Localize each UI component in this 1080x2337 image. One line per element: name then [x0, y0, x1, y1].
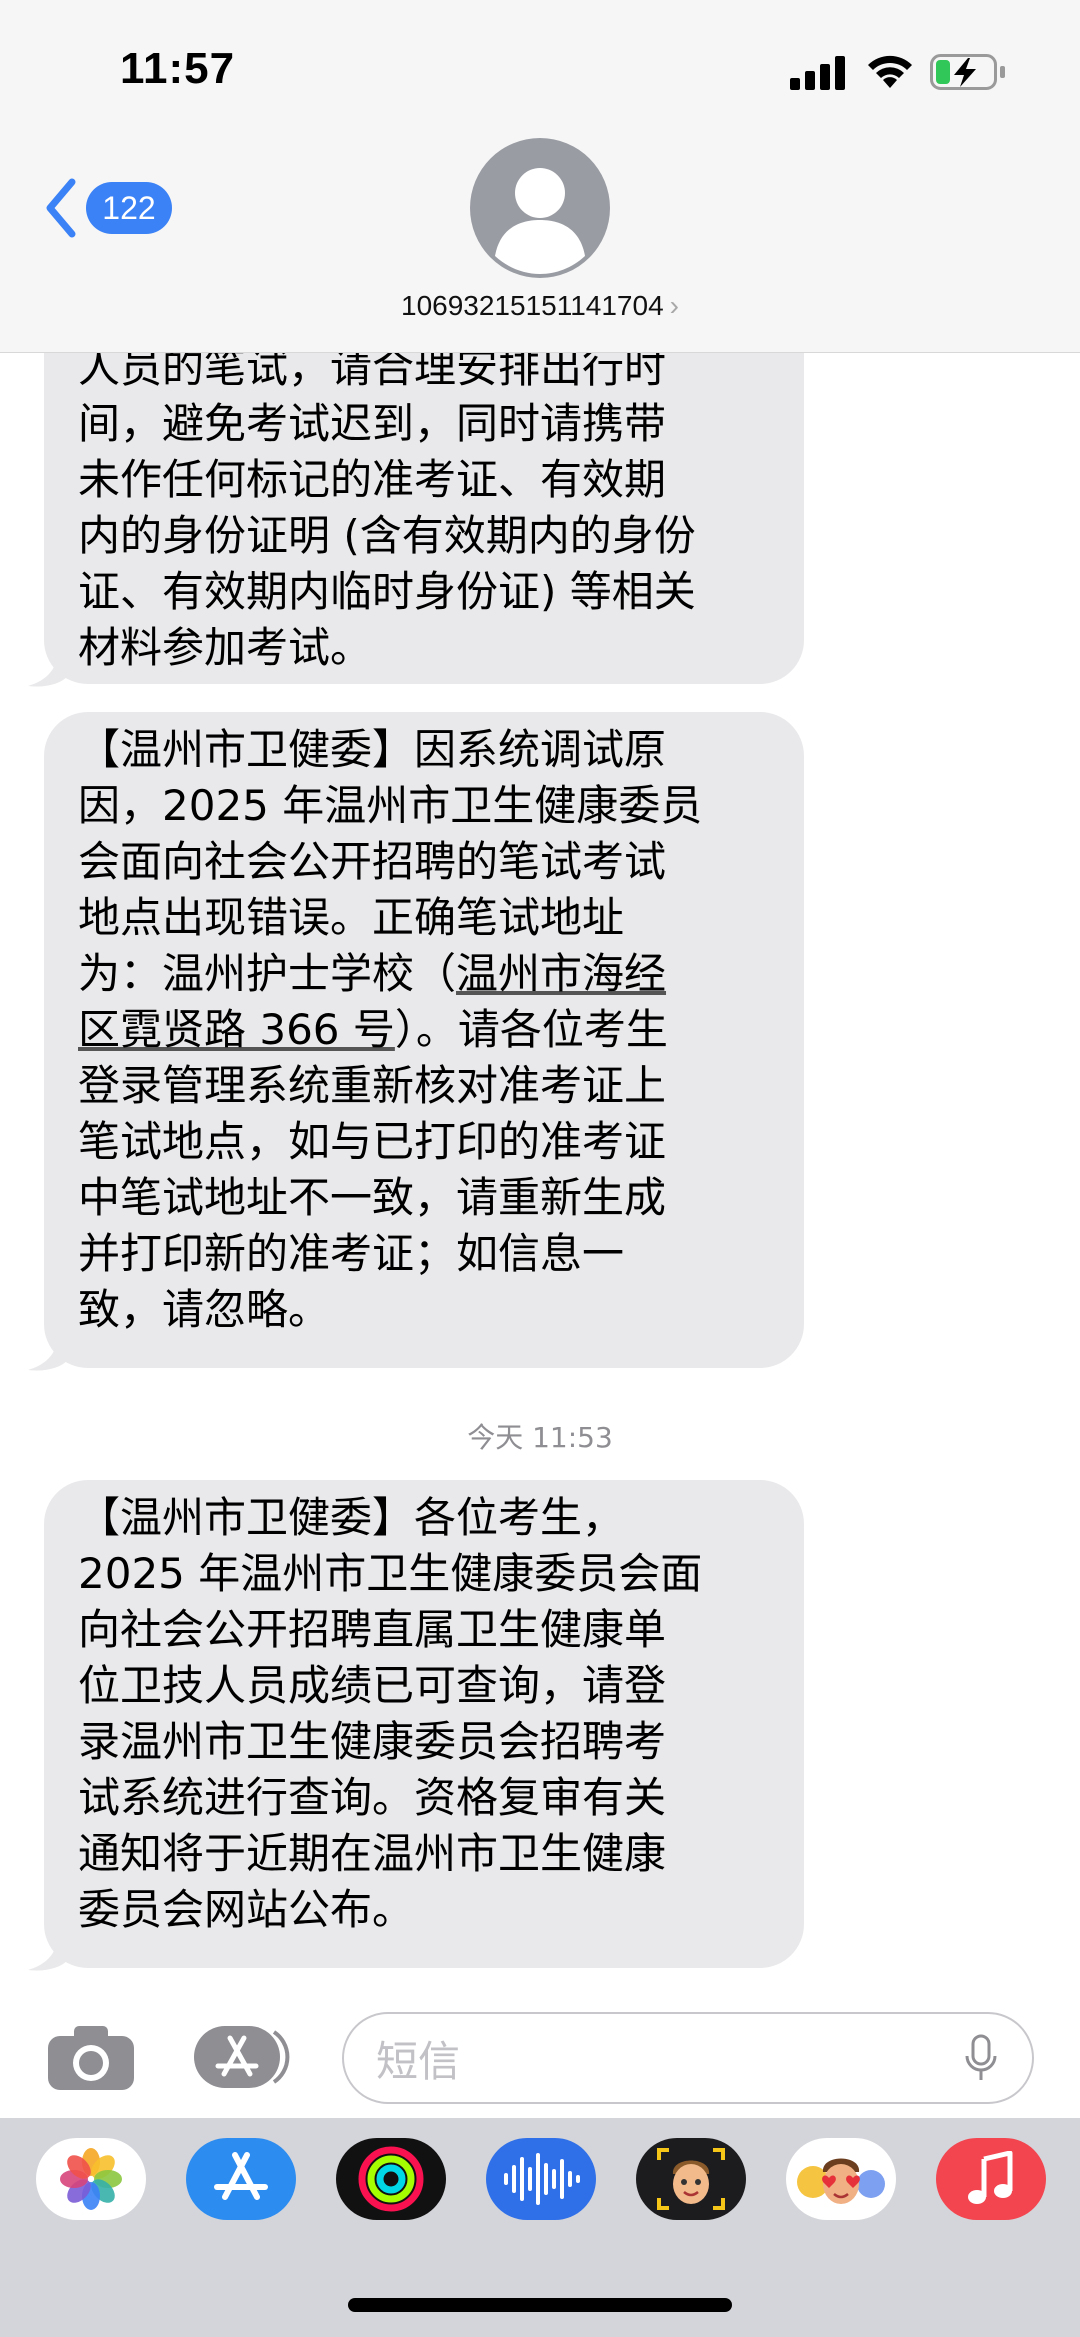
message-line: 间，避免考试迟到，同时请携带: [78, 399, 667, 448]
message-line: 致，请忽略。: [78, 1285, 331, 1334]
home-indicator[interactable]: [348, 2298, 732, 2312]
message-text: ）。请各位考生: [394, 1005, 668, 1054]
photos-icon: [60, 2148, 122, 2210]
animoji-stickers-app-icon[interactable]: [786, 2138, 896, 2220]
message-line: 未作任何标记的准考证、有效期: [78, 455, 667, 504]
conversation-header: 11:57 122 10693215151141704 ›: [0, 0, 1080, 353]
cellular-signal-icon: [790, 56, 845, 90]
address-link[interactable]: 温州市海经: [456, 949, 666, 998]
wifi-icon: [868, 55, 912, 88]
message-line: 内的身份证明 (含有效期内的身份: [78, 511, 696, 560]
music-icon: [968, 2151, 1013, 2204]
back-button[interactable]: 122: [42, 176, 172, 240]
message-line: 区霓贤路 366 号）。请各位考生: [78, 1002, 770, 1058]
message-line: 笔试地点，如与已打印的准考证: [78, 1117, 667, 1166]
memoji-app-icon[interactable]: [636, 2138, 746, 2220]
microphone-icon[interactable]: [964, 2034, 998, 2084]
bubble-tail: [28, 1932, 68, 1971]
message-bubble[interactable]: 【温州市卫健委】各位考生， 2025 年温州市卫生健康委员会面 向社会公开招聘直…: [44, 1480, 804, 1968]
battery-charging-icon: [930, 54, 1005, 90]
chevron-right-icon: ›: [669, 290, 679, 321]
message-line: 2025 年温州市卫生健康委员会面: [78, 1549, 703, 1598]
message-line: 【温州市卫健委】各位考生，: [78, 1493, 625, 1542]
fitness-app-icon[interactable]: [336, 2138, 446, 2220]
contact-avatar[interactable]: [470, 138, 610, 278]
message-line: 委员会网站公布。: [78, 1885, 415, 1934]
message-input[interactable]: 短信: [342, 2012, 1034, 2104]
message-bubble[interactable]: 【温州市卫健委】因系统调试原 因，2025 年温州市卫生健康委员 会面向社会公开…: [44, 712, 804, 1368]
message-line: 试系统进行查询。资格复审有关: [78, 1773, 667, 1822]
message-line: 为：温州护士学校（温州市海经: [78, 946, 770, 1002]
message-bubble[interactable]: 人员的笔试，请合理安排出行时 间，避免考试迟到，同时请携带 未作任何标记的准考证…: [44, 300, 804, 684]
app-store-app-icon[interactable]: [186, 2138, 296, 2220]
person-icon: [495, 168, 585, 274]
message-line: 录温州市卫生健康委员会招聘考: [78, 1717, 667, 1766]
app-store-icon: [214, 2152, 268, 2200]
chevron-left-icon: [46, 178, 76, 238]
contact-name-button[interactable]: 10693215151141704 ›: [0, 290, 1080, 322]
camera-icon[interactable]: [46, 2022, 136, 2092]
message-line: 会面向社会公开招聘的笔试考试: [78, 837, 667, 886]
message-line: 【温州市卫健委】因系统调试原: [78, 725, 667, 774]
status-time: 11:57: [120, 44, 236, 93]
message-timestamp: 今天 11:53: [467, 1421, 613, 1454]
address-link[interactable]: 区霓贤路 366 号: [78, 1005, 395, 1054]
music-app-icon[interactable]: [936, 2138, 1046, 2220]
voice-memos-app-icon[interactable]: [486, 2138, 596, 2220]
message-line: 位卫技人员成绩已可查询，请登: [78, 1661, 667, 1710]
animoji-stickers-icon: [797, 2158, 885, 2204]
memoji-icon: [657, 2148, 725, 2210]
bubble-tail: [28, 648, 68, 687]
message-input-placeholder: 短信: [376, 2036, 461, 2086]
fitness-icon: [358, 2146, 424, 2212]
message-line: 因，2025 年温州市卫生健康委员: [78, 781, 703, 830]
message-text: 为：温州护士学校（: [78, 949, 457, 998]
bubble-tail: [28, 1332, 68, 1371]
voice-memos-icon: [504, 2153, 580, 2205]
message-line: 证、有效期内临时身份证) 等相关: [78, 567, 696, 616]
message-line: 中笔试地址不一致，请重新生成: [78, 1173, 667, 1222]
message-line: 并打印新的准考证；如信息一: [78, 1229, 625, 1278]
photos-app-icon[interactable]: [36, 2138, 146, 2220]
message-line: 材料参加考试。: [78, 623, 373, 672]
contact-number: 10693215151141704: [401, 290, 664, 321]
unread-count-badge: 122: [86, 182, 172, 234]
message-line: 地点出现错误。正确笔试地址: [78, 893, 625, 942]
message-line: 通知将于近期在温州市卫生健康: [78, 1829, 667, 1878]
app-store-icon[interactable]: [192, 2024, 292, 2090]
message-line: 向社会公开招聘直属卫生健康单: [78, 1605, 667, 1654]
message-line: 登录管理系统重新核对准考证上: [78, 1061, 667, 1110]
